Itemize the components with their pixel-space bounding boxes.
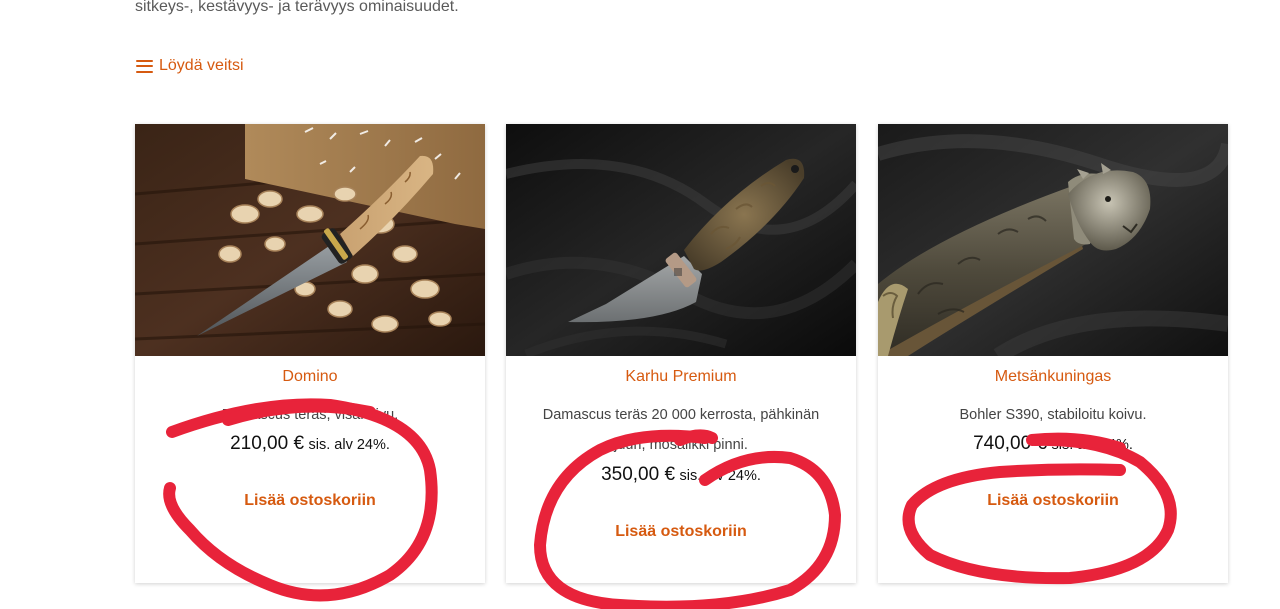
product-price: 350,00 € sis. alv 24%. (506, 464, 856, 486)
product-price: 740,00 € sis. alv 24%. (878, 433, 1228, 455)
add-to-cart-button[interactable]: Lisää ostoskoriin (878, 492, 1228, 510)
product-description: Damascus teräs, visakoivu. (221, 407, 399, 423)
product-card-domino: Domino Damascus teräs, visakoivu. 210,00… (135, 124, 485, 583)
price-tax-note: sis. alv 24%. (1051, 437, 1133, 453)
price-amount: 740,00 € (973, 433, 1048, 454)
find-knife-link[interactable]: Löydä veitsi (136, 57, 244, 75)
product-name[interactable]: Karhu Premium (506, 368, 856, 386)
product-image-metsankuningas[interactable] (878, 124, 1228, 356)
product-name[interactable]: Domino (135, 368, 485, 386)
product-card-karhu-premium: Karhu Premium Damascus teräs 20 000 kerr… (506, 124, 856, 583)
product-image-karhu-premium[interactable] (506, 124, 856, 356)
intro-text: sitkeys-, kestävyys- ja terävyys ominais… (135, 0, 459, 15)
add-to-cart-button[interactable]: Lisää ostoskoriin (506, 523, 856, 541)
menu-icon (136, 59, 153, 73)
product-card-metsankuningas: Metsänkuningas Bohler S390, stabiloitu k… (878, 124, 1228, 583)
product-name[interactable]: Metsänkuningas (878, 368, 1228, 386)
price-tax-note: sis. alv 24%. (308, 437, 390, 453)
add-to-cart-button[interactable]: Lisää ostoskoriin (135, 492, 485, 510)
find-knife-label: Löydä veitsi (159, 57, 244, 74)
product-description: Bohler S390, stabiloitu koivu. (959, 407, 1147, 423)
product-image-domino[interactable] (135, 124, 485, 356)
price-amount: 350,00 € (601, 464, 676, 485)
price-amount: 210,00 € (230, 433, 305, 454)
product-price: 210,00 € sis. alv 24%. (135, 433, 485, 455)
price-tax-note: sis. alv 24%. (679, 468, 761, 484)
product-description: Damascus teräs 20 000 kerrosta, pähkinän… (542, 407, 820, 453)
